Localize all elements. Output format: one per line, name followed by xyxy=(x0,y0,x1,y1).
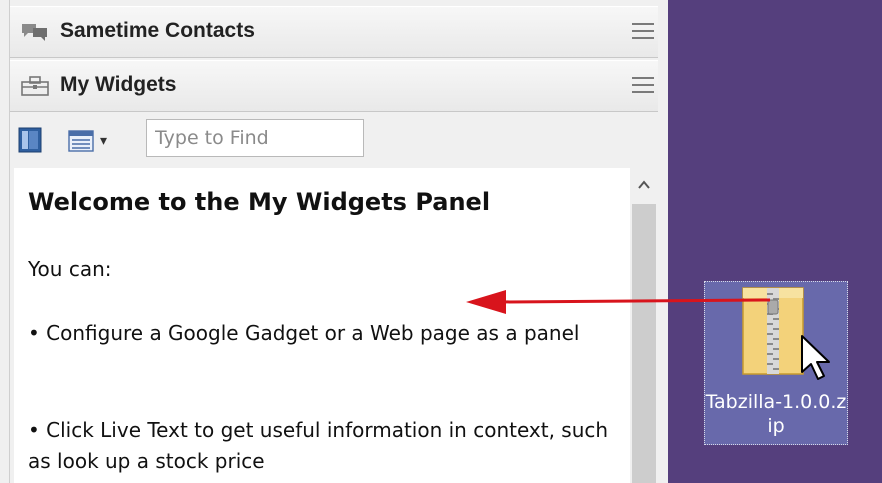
scroll-up-arrow-icon[interactable] xyxy=(636,178,652,192)
bullet-live-text: • Click Live Text to get useful informat… xyxy=(28,418,609,473)
panel-edge xyxy=(658,0,668,483)
my-widgets-title: My Widgets xyxy=(60,73,177,96)
panel-layout-icon[interactable] xyxy=(18,127,42,153)
view-list-icon[interactable] xyxy=(68,130,94,152)
intro-text: You can: xyxy=(28,257,112,281)
widgets-toolbar: ▾ xyxy=(10,112,668,168)
content-scrollbar[interactable] xyxy=(630,168,658,483)
bullet-configure-gadget: • Configure a Google Gadget or a Web pag… xyxy=(28,321,580,345)
zip-file-name: Tabzilla-1.0.0.zip xyxy=(705,391,847,437)
chat-bubbles-icon xyxy=(22,24,47,41)
mouse-pointer-icon xyxy=(801,335,830,380)
welcome-title: Welcome to the My Widgets Panel xyxy=(28,188,491,216)
my-widgets-header[interactable]: My Widgets xyxy=(10,60,668,112)
sametime-menu-icon[interactable] xyxy=(632,23,654,41)
scrollbar-thumb[interactable] xyxy=(632,204,656,483)
sametime-contacts-title: Sametime Contacts xyxy=(60,19,255,42)
view-dropdown-icon[interactable]: ▾ xyxy=(100,132,107,150)
zip-folder-icon xyxy=(742,287,804,375)
widgets-welcome-content: Welcome to the My Widgets Panel You can:… xyxy=(14,168,630,483)
sametime-contacts-header[interactable]: Sametime Contacts xyxy=(10,6,668,58)
type-to-find-input[interactable] xyxy=(146,119,364,157)
my-widgets-menu-icon[interactable] xyxy=(632,77,654,95)
toolbox-icon xyxy=(21,76,49,96)
